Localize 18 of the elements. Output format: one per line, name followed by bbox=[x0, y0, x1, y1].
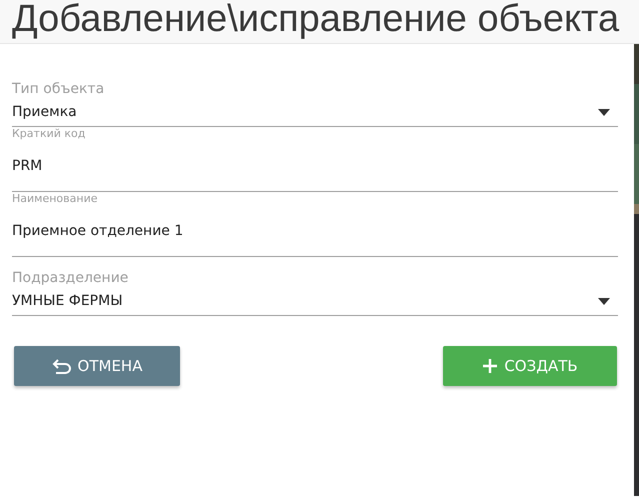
dropdown-caret-icon bbox=[598, 298, 610, 304]
field-label: Тип объекта bbox=[12, 80, 106, 98]
select-field[interactable]: Подразделение УМНЫЕ ФЕРМЫ bbox=[12, 257, 618, 316]
select-field[interactable]: Тип объекта Приемка bbox=[12, 68, 618, 127]
input-field[interactable]: Наименование Приемное отделение 1 bbox=[12, 192, 618, 257]
dialog-title: Добавление\исправление объекта bbox=[12, 0, 620, 39]
field-value: PRM bbox=[12, 158, 42, 174]
undo-icon bbox=[52, 358, 72, 374]
field-value: УМНЫЕ ФЕРМЫ bbox=[12, 293, 123, 309]
field-label: Наименование bbox=[12, 192, 98, 206]
field-value: Приемное отделение 1 bbox=[12, 223, 184, 239]
field-label: Краткий код bbox=[12, 127, 86, 141]
field-value: Приемка bbox=[12, 104, 77, 120]
cancel-button[interactable]: ОТМЕНА bbox=[14, 346, 180, 386]
field-label: Подразделение bbox=[12, 269, 130, 287]
input-field[interactable]: Краткий код PRM bbox=[12, 127, 618, 192]
plus-icon bbox=[482, 358, 498, 374]
dropdown-caret-icon bbox=[598, 108, 610, 116]
